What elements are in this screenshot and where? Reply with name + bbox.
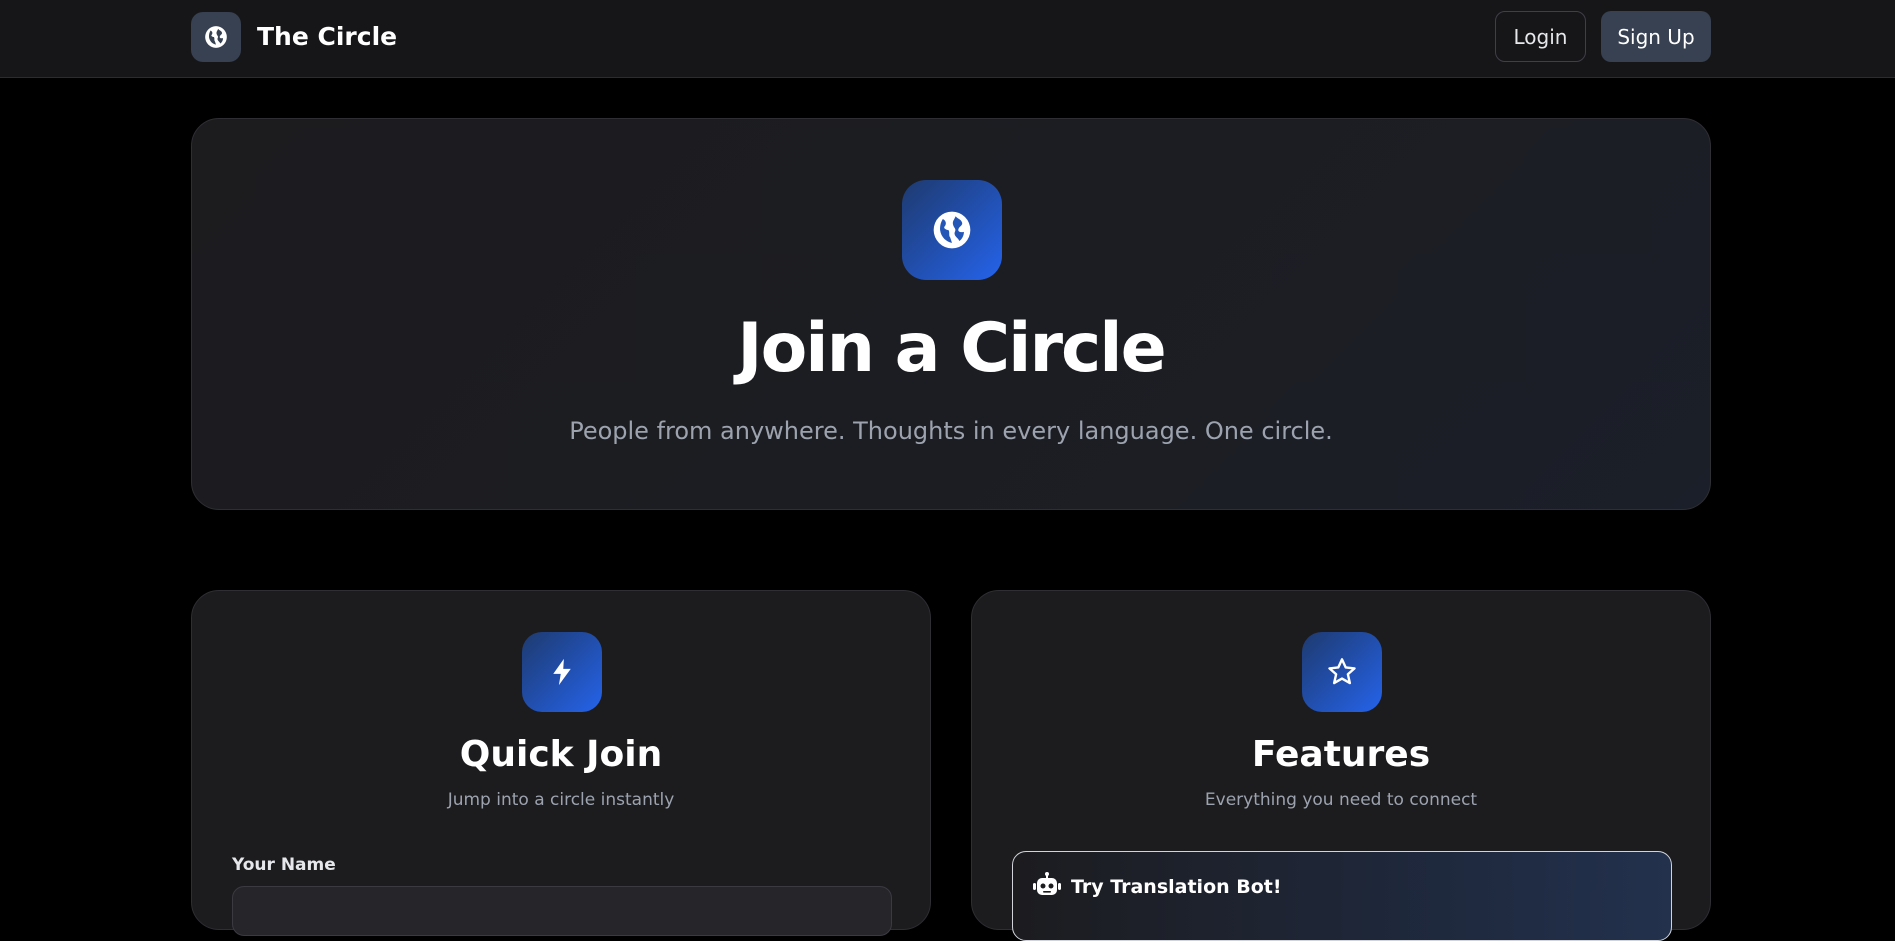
brand-link[interactable]: The Circle bbox=[191, 11, 397, 62]
features-card: Features Everything you need to connect … bbox=[971, 590, 1711, 941]
hero-card: Join a Circle People from anywhere. Thou… bbox=[191, 118, 1711, 510]
features-subtitle: Everything you need to connect bbox=[1204, 790, 1478, 810]
brand-name: The Circle bbox=[257, 22, 398, 51]
page-title: Join a Circle bbox=[737, 309, 1166, 388]
globe-icon bbox=[902, 180, 1002, 280]
quick-join-subtitle: Jump into a circle instantly bbox=[447, 790, 675, 810]
feature-row: Try Translation Bot! bbox=[1033, 872, 1282, 902]
top-navbar: The Circle Login Sign Up bbox=[0, 0, 1895, 78]
star-icon bbox=[1302, 632, 1382, 712]
quick-join-title: Quick Join bbox=[459, 734, 663, 775]
login-button[interactable]: Login bbox=[1495, 11, 1586, 62]
name-input[interactable] bbox=[232, 886, 892, 936]
quick-join-card: Quick Join Jump into a circle instantly … bbox=[191, 590, 931, 936]
name-field-label: Your Name bbox=[232, 855, 336, 875]
lightning-icon bbox=[522, 632, 602, 712]
features-title: Features bbox=[1251, 734, 1431, 775]
signup-button[interactable]: Sign Up bbox=[1601, 11, 1711, 62]
globe-icon bbox=[191, 11, 241, 62]
robot-icon bbox=[1033, 872, 1061, 902]
hero-subtitle: People from anywhere. Thoughts in every … bbox=[569, 417, 1333, 445]
feature-label: Try Translation Bot! bbox=[1071, 876, 1282, 898]
translation-bot-feature[interactable]: Try Translation Bot! bbox=[1012, 851, 1672, 941]
